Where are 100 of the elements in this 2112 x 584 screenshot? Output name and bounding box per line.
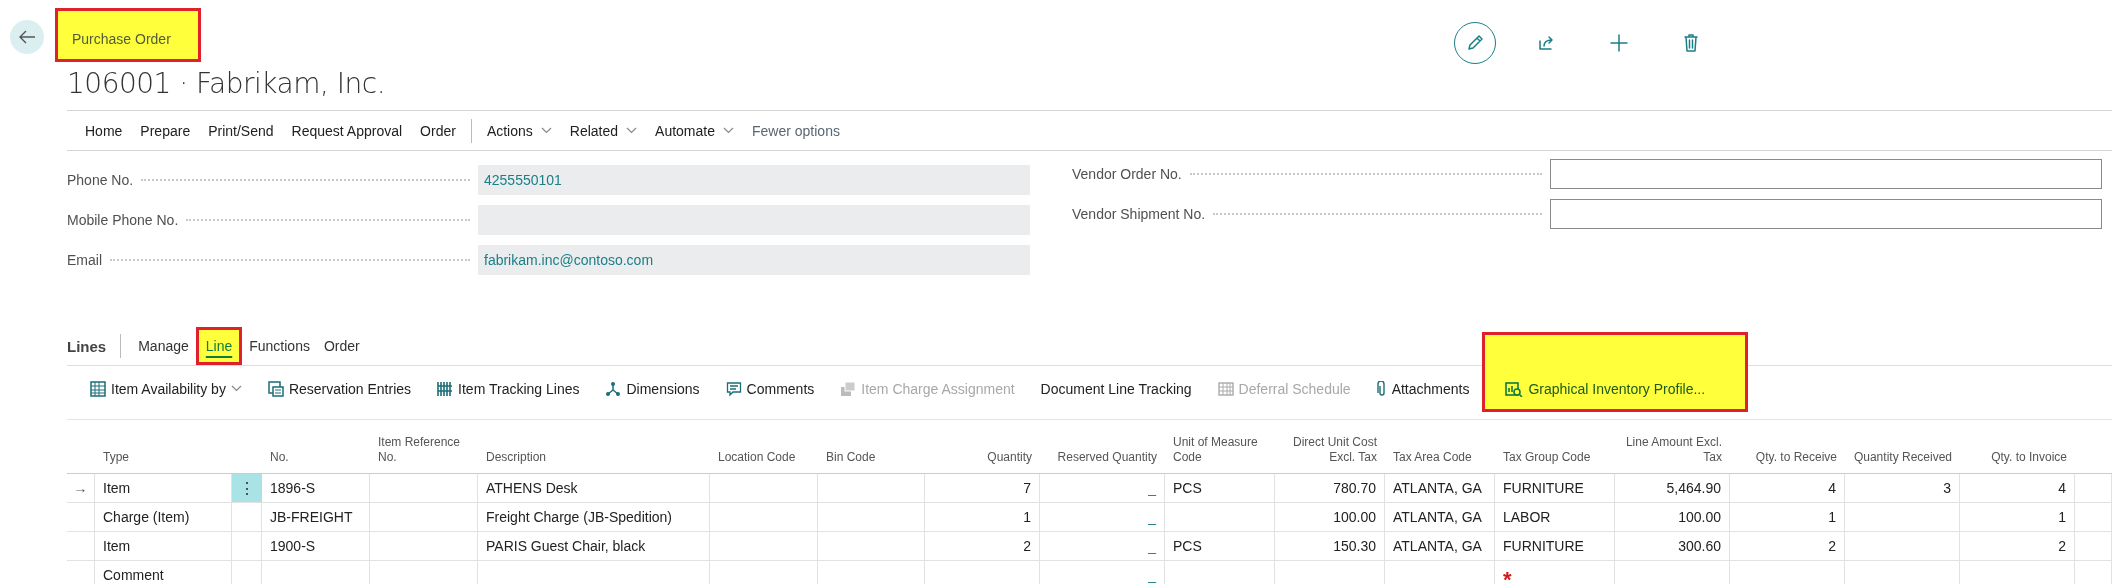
menu-button[interactable]: Actions <box>477 111 561 150</box>
table-cell: Freight Charge (JB-Spedition) <box>478 503 710 532</box>
toolbar-action[interactable]: Item Availability by <box>77 365 255 412</box>
menu-button[interactable]: Related <box>560 111 647 150</box>
table-cell: ATLANTA, GA <box>1385 532 1495 561</box>
table-cell: 100.00 <box>1275 503 1385 532</box>
share-icon <box>1538 35 1556 51</box>
toolbar-action[interactable]: Document Line Tracking <box>1027 365 1205 412</box>
table-cell: PCS <box>1165 474 1275 503</box>
table-cell: 7 <box>925 474 1040 503</box>
table-cell: FURNITURE <box>1495 532 1615 561</box>
input-field[interactable] <box>1550 199 2102 229</box>
table-cell: 1 <box>1730 503 1845 532</box>
toolbar-action[interactable]: Attachments <box>1363 365 1483 412</box>
input-field[interactable] <box>1550 159 2102 189</box>
reserve-link[interactable]: _ <box>1040 474 1165 503</box>
action-tab[interactable]: Home <box>76 111 132 150</box>
column-header[interactable]: Quantity <box>925 420 1040 474</box>
menu-button[interactable]: Automate <box>646 111 743 150</box>
table-cell: JB-FREIGHT <box>262 503 370 532</box>
table-cell <box>232 503 262 532</box>
column-header[interactable]: No. <box>262 420 370 474</box>
reserve-link[interactable]: _ <box>1040 503 1165 532</box>
column-header[interactable]: Tax Group Code <box>1495 420 1615 474</box>
column-header[interactable]: Description <box>478 420 710 474</box>
field-label: Phone No. <box>67 172 134 188</box>
column-header[interactable]: Tax Area Code <box>1385 420 1495 474</box>
action-tab[interactable]: Order <box>411 111 465 150</box>
column-header[interactable]: Type <box>95 420 232 474</box>
lines-tab[interactable]: Order <box>316 327 367 365</box>
field-label: Vendor Order No. <box>1072 166 1182 182</box>
column-header[interactable]: Qty. to Invoice <box>1960 420 2075 474</box>
table-cell: Comment <box>95 561 232 584</box>
chart-search-icon <box>1505 380 1524 397</box>
speech-bubble-icon <box>725 380 742 397</box>
column-header[interactable]: Item Reference No. <box>370 420 478 474</box>
column-header[interactable]: Direct Unit Cost Excl. Tax <box>1275 420 1385 474</box>
table-cell: 2 <box>1730 532 1845 561</box>
barcode-grid-icon <box>437 380 454 397</box>
reserve-link[interactable]: _ <box>1040 532 1165 561</box>
table-cell <box>2075 474 2112 503</box>
row-selector <box>67 503 95 532</box>
grid-table-icon <box>90 380 106 397</box>
calendar-grid-icon <box>1217 380 1234 397</box>
chevron-down-icon <box>626 127 638 134</box>
table-cell: Item <box>95 532 232 561</box>
table-cell: 2 <box>1960 532 2075 561</box>
back-button[interactable] <box>10 20 44 54</box>
table-cell: 2 <box>925 532 1040 561</box>
action-tab[interactable]: Print/Send <box>199 111 283 150</box>
table-cell <box>232 532 262 561</box>
toolbar-action[interactable]: Comments <box>712 365 828 412</box>
toolbar-action[interactable]: Graphical Inventory Profile... <box>1482 331 1749 412</box>
stack-icon <box>840 380 857 397</box>
table-cell: 1 <box>925 503 1040 532</box>
lines-tab[interactable]: Functions <box>242 327 317 365</box>
table-cell: 1900-S <box>262 532 370 561</box>
table-cell: 3 <box>1845 474 1960 503</box>
list-document-icon <box>267 380 284 397</box>
table-cell <box>2075 503 2112 532</box>
fewer-options-link[interactable]: Fewer options <box>743 111 849 150</box>
column-header[interactable]: Location Code <box>710 420 818 474</box>
toolbar-action[interactable]: Item Tracking Lines <box>424 365 593 412</box>
column-header[interactable]: Line Amount Excl. Tax <box>1615 420 1730 474</box>
action-tab[interactable]: Request Approval <box>282 111 412 150</box>
table-cell: 4 <box>1960 474 2075 503</box>
lines-tab[interactable]: Line <box>195 327 243 365</box>
toolbar-action[interactable]: Reservation Entries <box>254 365 425 412</box>
row-selector <box>67 532 95 561</box>
column-header[interactable]: Unit of Measure Code <box>1165 420 1275 474</box>
page-breadcrumb: Purchase Order <box>55 8 201 62</box>
column-header[interactable]: Quantity Received <box>1845 420 1960 474</box>
field-label: Mobile Phone No. <box>67 212 179 228</box>
table-cell: 150.30 <box>1275 532 1385 561</box>
edit-button[interactable] <box>1454 22 1496 64</box>
arrow-left-icon <box>18 29 36 45</box>
table-cell: 4 <box>1730 474 1845 503</box>
reserve-link[interactable]: _ <box>1040 561 1165 584</box>
lines-tab[interactable]: Manage <box>131 327 196 365</box>
table-cell: ATLANTA, GA <box>1385 474 1495 503</box>
toolbar-action[interactable]: Dimensions <box>592 365 713 412</box>
column-header[interactable]: Bin Code <box>818 420 925 474</box>
plus-icon <box>1610 34 1628 52</box>
column-header[interactable]: Qty. to Receive <box>1730 420 1845 474</box>
table-cell: 780.70 <box>1275 474 1385 503</box>
column-header[interactable]: Reserved Quantity <box>1040 420 1165 474</box>
table-cell: Charge (Item) <box>95 503 232 532</box>
paperclip-icon <box>1376 380 1387 397</box>
action-tab[interactable]: Prepare <box>131 111 200 150</box>
table-cell: FURNITURE <box>1495 474 1615 503</box>
table-cell: LABOR <box>1495 503 1615 532</box>
row-menu-button[interactable]: ⋮ <box>232 474 262 503</box>
input-field[interactable]: 4255550101 <box>478 165 1030 195</box>
input-field[interactable]: fabrikam.inc@contoso.com <box>478 245 1030 275</box>
table-cell: 1 <box>1960 503 2075 532</box>
table-cell: ATLANTA, GA <box>1385 503 1495 532</box>
trash-icon <box>1684 34 1698 52</box>
chevron-down-icon <box>723 127 734 134</box>
table-cell: ATHENS Desk <box>478 474 710 503</box>
section-title: Lines <box>67 337 107 355</box>
